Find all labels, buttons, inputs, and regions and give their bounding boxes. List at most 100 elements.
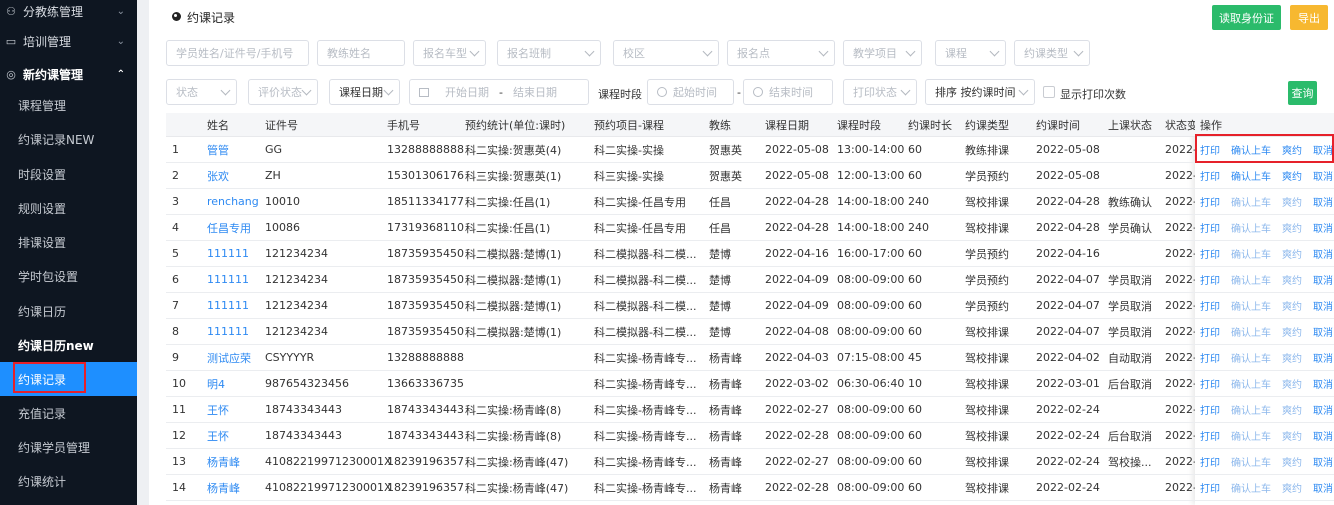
class-type-select[interactable]: 报名班制 [497, 40, 601, 66]
cancel-button[interactable]: 取消 [1313, 480, 1333, 495]
cell-name[interactable]: 111111 [207, 319, 249, 344]
cell-name[interactable]: 111111 [207, 241, 249, 266]
confirm-boarding-button[interactable]: 确认上车 [1231, 168, 1271, 183]
no-show-button[interactable]: 爽约 [1282, 272, 1302, 287]
no-show-button[interactable]: 爽约 [1282, 220, 1302, 235]
no-show-button[interactable]: 爽约 [1282, 324, 1302, 339]
cancel-button[interactable]: 取消 [1313, 350, 1333, 365]
cancel-button[interactable]: 取消 [1313, 220, 1333, 235]
print-button[interactable]: 打印 [1200, 350, 1220, 365]
student-search-input[interactable]: 学员姓名/证件号/手机号 [166, 40, 309, 66]
signup-point-select[interactable]: 报名点 [727, 40, 835, 66]
no-show-button[interactable]: 爽约 [1282, 376, 1302, 391]
cell-name[interactable]: 杨青峰 [207, 475, 240, 500]
print-button[interactable]: 打印 [1200, 376, 1220, 391]
no-show-button[interactable]: 爽约 [1282, 194, 1302, 209]
cell-name[interactable]: 王怀 [207, 397, 229, 422]
cancel-button[interactable]: 取消 [1313, 402, 1333, 417]
sidebar-item-stats[interactable]: 约课统计 [0, 464, 137, 498]
no-show-button[interactable]: 爽约 [1282, 298, 1302, 313]
course-date-select[interactable]: 课程日期 [329, 79, 400, 105]
vehicle-type-select[interactable]: 报名车型 [413, 40, 486, 66]
print-button[interactable]: 打印 [1200, 246, 1220, 261]
print-button[interactable]: 打印 [1200, 324, 1220, 339]
eval-status-select[interactable]: 评价状态 [248, 79, 318, 105]
sidebar-item-rules[interactable]: 规则设置 [0, 191, 137, 225]
print-button[interactable]: 打印 [1200, 272, 1220, 287]
no-show-button[interactable]: 爽约 [1282, 428, 1302, 443]
start-time-input[interactable]: 起始时间 [647, 79, 734, 105]
cell-name[interactable]: 王怀 [207, 423, 229, 448]
confirm-boarding-button[interactable]: 确认上车 [1231, 480, 1271, 495]
confirm-boarding-button[interactable]: 确认上车 [1231, 376, 1271, 391]
sort-select[interactable]: 排序 按约课时间 [925, 79, 1035, 105]
sidebar-item-students[interactable]: 约课学员管理 [0, 430, 137, 464]
cell-name[interactable]: 111111 [207, 293, 249, 318]
teaching-item-select[interactable]: 教学项目 [843, 40, 922, 66]
cancel-button[interactable]: 取消 [1313, 298, 1333, 313]
cell-name[interactable]: 管管 [207, 137, 229, 162]
cell-name[interactable]: 测试应荣 [207, 345, 251, 370]
sidebar-item-booking-records[interactable]: 约课记录 [0, 362, 137, 396]
print-button[interactable]: 打印 [1200, 142, 1220, 157]
print-button[interactable]: 打印 [1200, 402, 1220, 417]
cell-name[interactable]: 明4 [207, 371, 225, 396]
cancel-button[interactable]: 取消 [1313, 454, 1333, 469]
confirm-boarding-button[interactable]: 确认上车 [1231, 142, 1271, 157]
confirm-boarding-button[interactable]: 确认上车 [1231, 428, 1271, 443]
print-button[interactable]: 打印 [1200, 168, 1220, 183]
print-button[interactable]: 打印 [1200, 454, 1220, 469]
cancel-button[interactable]: 取消 [1313, 194, 1333, 209]
confirm-boarding-button[interactable]: 确认上车 [1231, 272, 1271, 287]
confirm-boarding-button[interactable]: 确认上车 [1231, 402, 1271, 417]
read-id-card-button[interactable]: 读取身份证 [1212, 5, 1281, 30]
coach-name-input[interactable]: 教练姓名 [317, 40, 405, 66]
status-select[interactable]: 状态 [166, 79, 237, 105]
confirm-boarding-button[interactable]: 确认上车 [1231, 324, 1271, 339]
sidebar-item-records-new[interactable]: 约课记录NEW [0, 122, 137, 156]
sidebar-item-recharge[interactable]: 充值记录 [0, 396, 137, 430]
date-range-picker[interactable]: 开始日期 - 结束日期 [409, 79, 589, 105]
sidebar-group-training[interactable]: ▭ 培训管理 ⌄ [0, 24, 137, 58]
sidebar-group-booking[interactable]: ◎ 新约课管理 ⌃ [0, 57, 137, 91]
print-status-select[interactable]: 打印状态 [843, 79, 917, 105]
cell-name[interactable]: 张欢 [207, 163, 229, 188]
cancel-button[interactable]: 取消 [1313, 324, 1333, 339]
confirm-boarding-button[interactable]: 确认上车 [1231, 350, 1271, 365]
booking-type-select[interactable]: 约课类型 [1014, 40, 1090, 66]
cell-name[interactable]: 任昌专用 [207, 215, 251, 240]
sidebar-item-time-slots[interactable]: 时段设置 [0, 157, 137, 191]
cancel-button[interactable]: 取消 [1313, 376, 1333, 391]
confirm-boarding-button[interactable]: 确认上车 [1231, 246, 1271, 261]
confirm-boarding-button[interactable]: 确认上车 [1231, 220, 1271, 235]
no-show-button[interactable]: 爽约 [1282, 168, 1302, 183]
print-button[interactable]: 打印 [1200, 220, 1220, 235]
show-print-count-checkbox[interactable] [1043, 86, 1055, 98]
confirm-boarding-button[interactable]: 确认上车 [1231, 454, 1271, 469]
cell-name[interactable]: 111111 [207, 267, 249, 292]
cancel-button[interactable]: 取消 [1313, 272, 1333, 287]
no-show-button[interactable]: 爽约 [1282, 402, 1302, 417]
no-show-button[interactable]: 爽约 [1282, 480, 1302, 495]
sidebar-item-course-mgmt[interactable]: 课程管理 [0, 88, 137, 122]
campus-select[interactable]: 校区 [613, 40, 719, 66]
end-time-input[interactable]: 结束时间 [743, 79, 833, 105]
print-button[interactable]: 打印 [1200, 480, 1220, 495]
search-button[interactable]: 查询 [1288, 81, 1317, 105]
sidebar-item-calendar-new[interactable]: 约课日历new [0, 328, 137, 362]
course-select[interactable]: 课程 [935, 40, 1006, 66]
cancel-button[interactable]: 取消 [1313, 168, 1333, 183]
no-show-button[interactable]: 爽约 [1282, 454, 1302, 469]
no-show-button[interactable]: 爽约 [1282, 350, 1302, 365]
print-button[interactable]: 打印 [1200, 298, 1220, 313]
sidebar-item-schedule[interactable]: 排课设置 [0, 225, 137, 259]
no-show-button[interactable]: 爽约 [1282, 142, 1302, 157]
sidebar-item-hour-packages[interactable]: 学时包设置 [0, 259, 137, 293]
cell-name[interactable]: 杨青峰 [207, 449, 240, 474]
confirm-boarding-button[interactable]: 确认上车 [1231, 298, 1271, 313]
cell-name[interactable]: renchang [207, 189, 259, 214]
no-show-button[interactable]: 爽约 [1282, 246, 1302, 261]
cancel-button[interactable]: 取消 [1313, 142, 1333, 157]
print-button[interactable]: 打印 [1200, 194, 1220, 209]
export-button[interactable]: 导出 [1290, 5, 1328, 30]
